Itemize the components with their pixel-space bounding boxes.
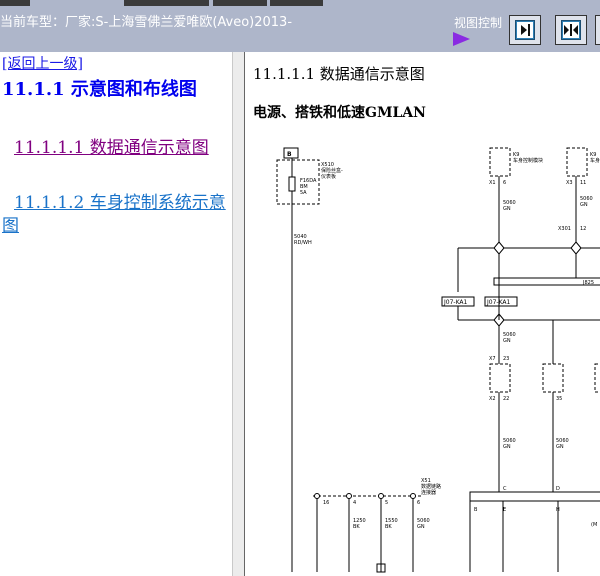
connector-label: X301 <box>558 226 571 232</box>
module-label: K9 车身控制模块 <box>513 152 543 164</box>
split-view-button[interactable] <box>555 15 587 45</box>
bottom-bus-bar <box>469 491 600 502</box>
toolbar-strip <box>124 0 209 6</box>
connector-label: J07-KA1 <box>443 299 468 306</box>
pin-label: B <box>474 507 478 513</box>
toolbar-strip <box>0 0 30 6</box>
back-link[interactable]: [返回上一级] <box>2 53 83 73</box>
pin-label: 12 <box>580 226 586 232</box>
module-label: (M <box>591 522 597 528</box>
module-label: K9车身控制 <box>590 152 600 164</box>
pin-label: 5 <box>385 500 388 506</box>
toolbar-strip <box>270 0 323 6</box>
pin-label: X3 <box>566 180 573 186</box>
view-control-label: 视图控制 <box>454 16 503 30</box>
module-box-1 <box>489 147 511 177</box>
pin-label: C <box>503 486 507 492</box>
wire-label: 5060 GN <box>503 332 516 344</box>
split-view-icon <box>561 20 581 40</box>
pin-label: 6 <box>503 180 506 186</box>
module-box-2 <box>566 147 588 177</box>
wire-label: 1550 BK <box>385 518 398 530</box>
expand-right-button[interactable] <box>509 15 541 45</box>
splice-diamond <box>570 241 582 255</box>
pin-label: H <box>556 507 560 513</box>
module-box-3 <box>489 363 511 393</box>
pin-label: 22 <box>503 396 509 402</box>
wire-label: 5060 GN <box>556 438 569 450</box>
toolbar-strip <box>213 0 267 6</box>
view-control-arrow-icon[interactable] <box>453 32 470 46</box>
nav-item-body-control[interactable]: 11.1.1.2 车身控制系统示意图 <box>2 192 228 238</box>
pin-label: 23 <box>503 356 509 362</box>
toolbar: 当前车型：厂家:S-上海雪佛兰爱唯欧(Aveo)2013- 视图控制 <box>0 0 600 53</box>
fuse-label: F16DA BM 5A <box>300 178 317 196</box>
pin-label: X7 <box>489 356 496 362</box>
splice-diamond <box>493 241 505 255</box>
pin-label: 6 <box>417 500 420 506</box>
more-view-button[interactable] <box>595 15 600 45</box>
current-car-model: 当前车型：厂家:S-上海雪佛兰爱唯欧(Aveo)2013- <box>0 15 293 30</box>
module-box-5 <box>594 363 600 393</box>
pin-label: X1 <box>489 180 496 186</box>
fuse-icon <box>288 176 296 192</box>
pin-label: 35 <box>556 396 562 402</box>
document-pane: 11.1.1.1 数据通信示意图 电源、搭铁和低速GMLAN B X510 保险… <box>244 52 600 576</box>
navigation-pane: [返回上一级] 11.1.1 示意图和布线图 11.1.1.1 数据通信示意图 … <box>0 52 232 576</box>
module-label: X510 保险丝盒-仪表板 <box>321 162 343 180</box>
fuse-box-label: B <box>287 151 292 158</box>
nav-item-data-communication[interactable]: 11.1.1.1 数据通信示意图 <box>2 137 228 160</box>
nav-item-schematics[interactable]: 11.1.1 示意图和布线图 <box>2 77 228 102</box>
pin-label: 16 <box>323 500 329 506</box>
wire-label: 5040 RD/WH <box>294 234 312 246</box>
bus-label: J825 <box>582 280 594 286</box>
pin-label: 11 <box>580 180 586 186</box>
left-pane-scrollbar[interactable] <box>232 52 244 576</box>
pin-label: X2 <box>489 396 496 402</box>
pin-label: D <box>556 486 560 492</box>
connector-label: J07-KA1 <box>486 299 511 306</box>
wiring-diagram: B X510保险丝盒-仪表板 F16DABM5A K9车身控制模块 K9车身控制… <box>276 147 600 573</box>
wire-label: 5060 GN <box>503 438 516 450</box>
module-box-4 <box>542 363 564 393</box>
connector-label: X51 数据链路连接器 <box>421 478 441 496</box>
wire-label: 5060 GN <box>503 200 516 212</box>
pin-label: 4 <box>353 500 356 506</box>
pin-label: E <box>503 507 506 513</box>
wire-label: 5060 GN <box>417 518 430 530</box>
wire-label: 5060 GN <box>580 196 593 208</box>
expand-right-icon <box>515 20 535 40</box>
wire-label: 1250 BK <box>353 518 366 530</box>
